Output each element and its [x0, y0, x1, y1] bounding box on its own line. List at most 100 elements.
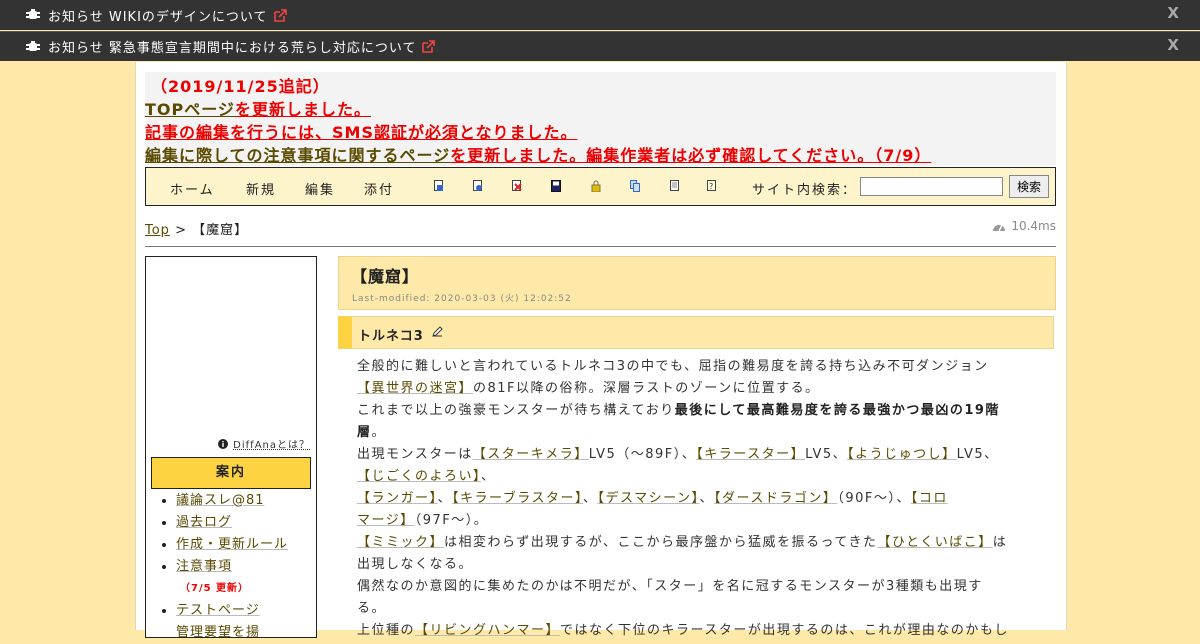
text: は相変わらず出現するが、ここから最序盤から猛威を振るってきた — [444, 535, 878, 550]
paragraph: 全般的に難しいと言われているトルネコ3の中でも、屈指の難易度を誇る持ち込み不可ダ… — [357, 356, 1037, 400]
menu-home[interactable]: ホーム — [170, 179, 215, 198]
text: 。 — [371, 425, 387, 440]
text: 、 — [481, 469, 496, 484]
text: （97F～）。 — [414, 513, 489, 528]
paragraph: 【ミミック】は相変わらず出現するが、ここから最序盤から猛威を振るってきた【ひとく… — [357, 532, 1037, 576]
announcement-box: （2019/11/25追記） TOPページを更新しました。 記事の編集を行うには… — [145, 72, 1056, 166]
bold-text: 層 — [357, 425, 372, 440]
page-list-icon[interactable] — [670, 180, 680, 192]
page-container: （2019/11/25追記） TOPページを更新しました。 記事の編集を行うには… — [135, 62, 1067, 640]
sidebar-link-rules[interactable]: 作成・更新ルール — [176, 537, 288, 552]
sidebar-link-discussion[interactable]: 議論スレ@81 — [176, 493, 265, 508]
notice-bar-emergency[interactable]: お知らせ 緊急事態宣言期間中における荒らし対応について X — [0, 31, 1200, 61]
search-label: サイト内検索： — [752, 183, 858, 198]
link-monster[interactable]: 【デスマシーン】 — [598, 491, 700, 506]
link-monster[interactable]: 【キラーブラスター】 — [452, 491, 583, 506]
menu-attach[interactable]: 添付 — [364, 179, 394, 198]
text: 、 — [437, 491, 453, 506]
link-monster[interactable]: 【ランガー】 — [357, 491, 438, 506]
text: の81F以降の俗称。深層ラストのゾーンに位置する。 — [473, 381, 820, 396]
bold-text: 最後にして最高難易度を誇る最強かつ最凶の19階 — [674, 403, 1000, 418]
notice-label[interactable]: お知らせ 緊急事態宣言期間中における荒らし対応について — [48, 37, 416, 56]
search-button[interactable]: 検索 — [1009, 175, 1049, 198]
link-monster[interactable]: 【じごくのよろい】 — [357, 469, 481, 484]
announcement-sms: 記事の編集を行うには、SMS認証が必須となりました。 — [145, 123, 578, 142]
bug-icon — [26, 40, 40, 51]
paragraph: 上位種の【リビングハンマー】ではなく下位のキラースターが出現するのは、これが理由… — [357, 620, 1037, 642]
paragraph: これまで以上の強豪モンスターが待ち構えており最後にして最高難易度を誇る最強かつ最… — [357, 400, 1037, 444]
link-monster[interactable]: 【コロ — [911, 491, 948, 506]
link-monster[interactable]: 【キラースター】 — [696, 447, 805, 462]
announcement-line-top: TOPページを更新しました。 — [145, 96, 371, 120]
close-button[interactable]: X — [1167, 36, 1180, 54]
bug-icon — [26, 9, 40, 19]
link-monster[interactable]: 【スターキメラ】 — [473, 447, 589, 462]
section-title: トルネコ3 — [358, 329, 424, 344]
menu-edit[interactable]: 編集 — [305, 179, 335, 198]
text: 出現モンスターは — [357, 447, 473, 462]
svg-text:?: ? — [709, 182, 715, 191]
text: これまで以上の強豪モンスターが待ち構えており — [357, 403, 675, 418]
text: 、 — [699, 491, 714, 506]
list-item: 過去ログ — [176, 512, 288, 534]
notes-page-link[interactable]: 編集に際しての注意事項に関するページ — [145, 146, 450, 165]
search-input[interactable] — [860, 177, 1003, 196]
link-mimic[interactable]: 【ミミック】 — [357, 535, 444, 550]
section-header: トルネコ3 — [338, 316, 1054, 349]
sidebar-link-admin[interactable]: 管理要望を揚 — [176, 625, 260, 640]
text: LV5、 — [956, 447, 999, 462]
divider — [145, 246, 1056, 247]
notice-bar-design[interactable]: お知らせ WIKIのデザインについて X — [0, 0, 1200, 30]
text: る。 — [357, 601, 387, 616]
sidebar: DiffAnaとは？ 案内 議論スレ@81 過去ログ 作成・更新ルール 注意事項… — [145, 256, 317, 640]
info-icon — [218, 438, 229, 449]
close-button[interactable]: X — [1167, 4, 1180, 22]
paragraph: 出現モンスターは【スターキメラ】LV5（～89F）、【キラースター】 LV5、【よ… — [357, 444, 1037, 532]
diffana-label[interactable]: DiffAnaとは？ — [233, 436, 310, 451]
text: 偶然なのか意図的に集めたのかは不明だが、「スター」を名に冠するモンスターが3種類… — [357, 579, 983, 594]
copy-icon[interactable] — [630, 180, 640, 192]
link-monster[interactable]: 【ようじゅつし】 — [847, 447, 957, 462]
backup-icon[interactable] — [473, 180, 483, 192]
link-living-hammer[interactable]: 【リビングハンマー】 — [415, 623, 560, 638]
sidebar-link-notes[interactable]: 注意事項 — [176, 559, 232, 574]
link-monster[interactable]: マージ】 — [357, 513, 415, 528]
external-link-icon[interactable] — [422, 40, 436, 53]
announcement-date: （2019/11/25追記） — [151, 77, 330, 96]
page-title: 【魔窟】 — [351, 267, 420, 286]
diffana-help[interactable]: DiffAnaとは？ — [218, 436, 310, 451]
list-item: 議論スレ@81 — [176, 490, 288, 512]
gauge-icon — [993, 224, 1006, 232]
text: 出現しなくなる。 — [357, 557, 474, 572]
diff-icon[interactable] — [434, 180, 444, 192]
last-modified: Last-modified: 2020-03-03 (火) 12:02:52 — [352, 294, 572, 304]
toolbar: ホーム 新規 編集 添付 ? サイト内検索： 検索 — [145, 167, 1056, 206]
lock-icon[interactable] — [591, 180, 601, 192]
external-link-icon[interactable] — [273, 8, 287, 22]
link-isekai[interactable]: 【異世界の迷宮】 — [357, 381, 473, 396]
text: LV5（～89F）、 — [588, 447, 697, 462]
link-monster[interactable]: 【ダースドラゴン】 — [714, 491, 837, 506]
announcement-text: を更新しました。 — [234, 100, 371, 119]
announcement-line-notes: 編集に際しての注意事項に関するページを更新しました。編集作業者は必ず確認してくだ… — [145, 142, 931, 166]
save-icon[interactable] — [551, 180, 561, 192]
notice-label[interactable]: お知らせ WIKIのデザインについて — [48, 6, 268, 25]
list-item: 作成・更新ルール — [176, 534, 288, 556]
sidebar-link-logs[interactable]: 過去ログ — [176, 515, 232, 530]
help-icon[interactable]: ? — [707, 180, 717, 192]
breadcrumb: Top > 【魔窟】 — [145, 219, 248, 238]
pencil-icon[interactable] — [432, 326, 443, 337]
text: （90F～）、 — [837, 491, 911, 506]
announcement-text: を更新しました。編集作業者は必ず確認してください。（7/9） — [450, 146, 932, 165]
top-page-link[interactable]: TOPページ — [145, 100, 235, 119]
article-body: 全般的に難しいと言われているトルネコ3の中でも、屈指の難易度を誇る持ち込み不可ダ… — [357, 356, 1037, 642]
text: 、 — [583, 491, 598, 506]
list-item: 管理要望を揚 — [176, 622, 288, 644]
breadcrumb-top-link[interactable]: Top — [145, 223, 170, 238]
delete-icon[interactable] — [512, 180, 522, 192]
paragraph: 偶然なのか意図的に集めたのかは不明だが、「スター」を名に冠するモンスターが3種類… — [357, 576, 1037, 620]
menu-new[interactable]: 新規 — [246, 179, 276, 198]
sidebar-link-test[interactable]: テストページ — [176, 603, 260, 618]
text: は — [992, 535, 1008, 550]
link-hitokuibako[interactable]: 【ひとくいばこ】 — [877, 535, 992, 550]
